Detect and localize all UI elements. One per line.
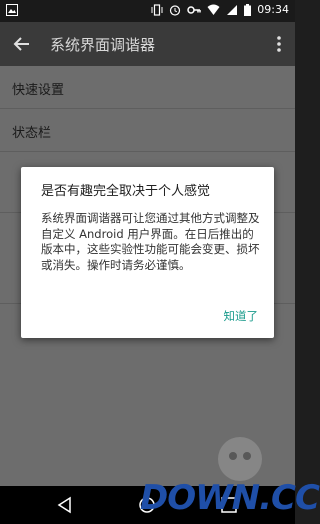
wifi-icon [207,4,220,15]
overflow-menu-icon[interactable] [269,32,289,56]
watermark-logo: DOWN.CC [130,437,320,524]
watermark-text: DOWN.CC [140,478,320,518]
alarm-icon [170,4,181,16]
list-item-label: 快速设置 [12,83,65,98]
list-item-quick-settings[interactable]: 快速设置 [0,66,295,109]
status-bar: 09:34 [0,0,295,22]
back-arrow-icon[interactable] [10,32,34,56]
toolbar-title: 系统界面调谐器 [50,36,156,54]
warning-dialog: 是否有趣完全取决于个人感觉 系统界面调谐器可让您通过其他方式调整及自定义 And… [21,167,274,338]
status-clock: 09:34 [257,3,289,16]
app-toolbar: 系统界面调谐器 [0,22,295,66]
battery-icon [244,3,252,16]
image-notification-icon [6,4,18,16]
vpn-key-icon [187,5,202,14]
dialog-title: 是否有趣完全取决于个人感觉 [41,184,211,199]
dialog-message: 系统界面调谐器可让您通过其他方式调整及自定义 Android 用户界面。在日后推… [41,211,260,272]
signal-icon [227,4,238,15]
nav-back-icon[interactable] [56,496,74,514]
watermark-robot-icon [218,437,262,481]
dialog-ok-button[interactable]: 知道了 [224,308,259,324]
list-item-label: 状态栏 [12,126,52,141]
list-item-status-bar[interactable]: 状态栏 [0,109,295,152]
vibrate-icon [151,3,163,16]
